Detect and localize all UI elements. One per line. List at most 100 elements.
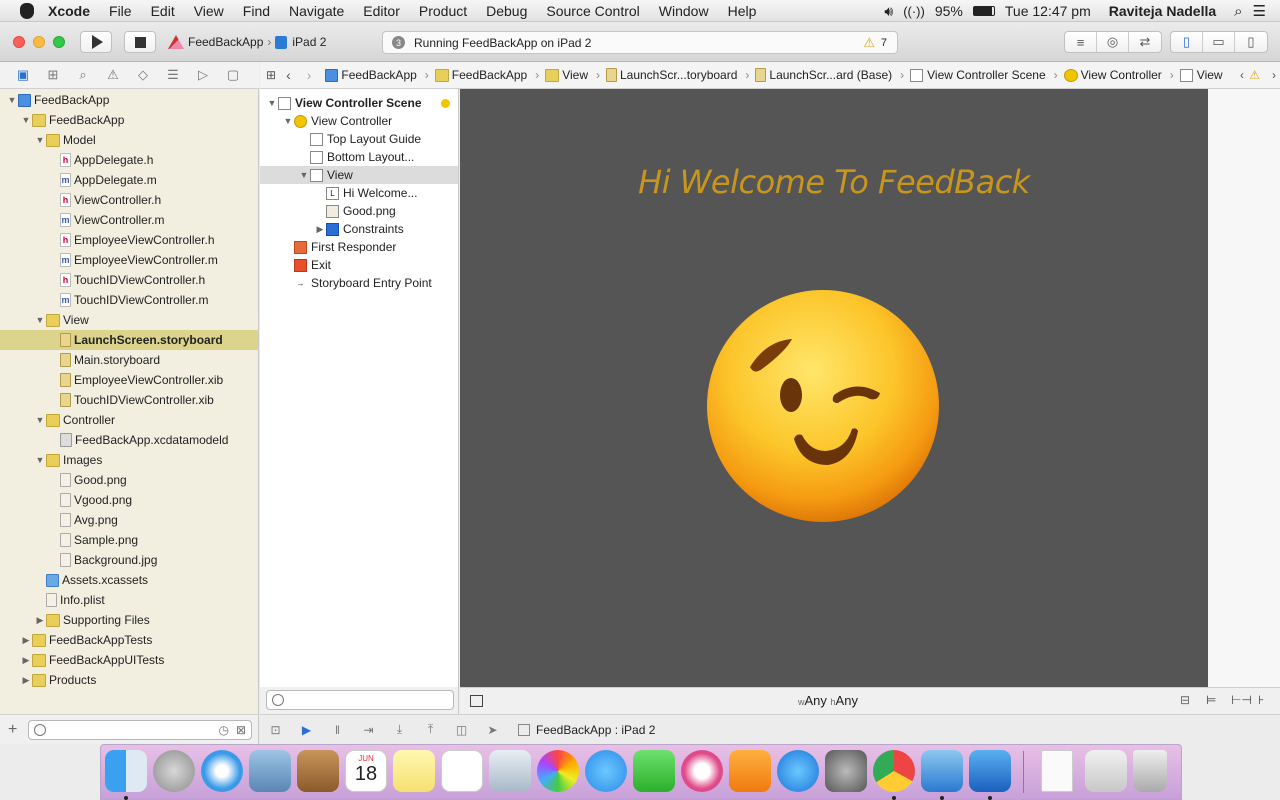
disclosure-triangle-icon[interactable]: ▼ xyxy=(282,116,294,126)
disclosure-triangle-icon[interactable]: ▼ xyxy=(34,415,46,425)
outline-item[interactable]: ▶ Constraints xyxy=(260,220,458,238)
navigator-item[interactable]: ▼ FeedBackApp xyxy=(0,110,258,130)
calendar-dock-icon[interactable]: JUN 18 xyxy=(345,750,387,792)
navigator-item[interactable]: ▼ View xyxy=(0,310,258,330)
disclosure-triangle-icon[interactable]: ▼ xyxy=(298,170,310,180)
navigator-item[interactable]: m ViewController.m xyxy=(0,210,258,230)
interface-builder-canvas[interactable]: Hi Welcome To FeedBack xyxy=(460,89,1280,687)
disclosure-triangle-icon[interactable]: ▼ xyxy=(34,315,46,325)
location-icon[interactable]: ➤ xyxy=(477,723,508,737)
view-debugger-icon[interactable]: ◫ xyxy=(446,723,477,737)
navigator-filter-field[interactable]: ◷ ⊠ xyxy=(28,720,252,740)
jump-file[interactable]: LaunchScr...toryboard xyxy=(605,68,737,82)
outline-item[interactable]: Bottom Layout... xyxy=(260,148,458,166)
navigator-item[interactable]: ▶ Products xyxy=(0,670,258,690)
jump-localization[interactable]: LaunchScr...ard (Base) xyxy=(755,68,892,82)
battery-percent[interactable]: 95% xyxy=(935,3,963,19)
jump-view-group[interactable]: View xyxy=(545,68,588,82)
breakpoint-navigator-icon[interactable]: ▷ xyxy=(188,67,218,83)
outline-item[interactable]: Good.png xyxy=(260,202,458,220)
volume-icon[interactable]: 🔊︎ xyxy=(884,3,893,20)
menu-find[interactable]: Find xyxy=(243,3,270,19)
app-store-dock-icon[interactable] xyxy=(777,750,819,792)
menu-debug[interactable]: Debug xyxy=(486,3,527,19)
menu-editor[interactable]: Editor xyxy=(363,3,400,19)
outline-item[interactable]: Top Layout Guide xyxy=(260,130,458,148)
finder-dock-icon[interactable] xyxy=(105,750,147,792)
disclosure-triangle-icon[interactable]: ▶ xyxy=(34,615,46,626)
navigator-item[interactable]: m EmployeeViewController.m xyxy=(0,250,258,270)
navigator-item[interactable]: ▶ FeedBackAppTests xyxy=(0,630,258,650)
navigator-item[interactable]: Good.png xyxy=(0,470,258,490)
preview-dock-icon[interactable] xyxy=(249,750,291,792)
find-navigator-icon[interactable]: ⌕ xyxy=(68,67,98,83)
xcode-dock-icon[interactable] xyxy=(921,750,963,792)
pause-icon[interactable]: ‖ xyxy=(322,723,353,737)
ibooks-dock-icon[interactable] xyxy=(729,750,771,792)
step-over-icon[interactable]: ⇥ xyxy=(353,723,384,737)
device-name[interactable]: iPad 2 xyxy=(292,35,326,49)
navigator-item[interactable]: Sample.png xyxy=(0,530,258,550)
simulator-dock-icon[interactable] xyxy=(969,750,1011,792)
safari-dock-icon[interactable] xyxy=(201,750,243,792)
outline-item[interactable]: L Hi Welcome... xyxy=(260,184,458,202)
outline-filter-field[interactable] xyxy=(266,690,454,710)
navigator-item[interactable]: Avg.png xyxy=(0,510,258,530)
outline-item[interactable]: Exit xyxy=(260,256,458,274)
chrome-dock-icon[interactable] xyxy=(873,750,915,792)
navigator-item[interactable]: ▼ Controller xyxy=(0,410,258,430)
warning-icon[interactable]: ⚠ xyxy=(863,35,875,51)
disclosure-triangle-icon[interactable]: ▶ xyxy=(20,675,32,686)
minimize-window-button[interactable] xyxy=(33,36,45,48)
navigator-item[interactable]: h TouchIDViewController.h xyxy=(0,270,258,290)
breakpoints-toggle-icon[interactable]: ▶ xyxy=(291,723,322,737)
outline-item[interactable]: ▼ View Controller Scene xyxy=(260,94,458,112)
navigator-item[interactable]: h ViewController.h xyxy=(0,190,258,210)
document-dock-icon[interactable] xyxy=(1041,750,1073,792)
outline-item[interactable]: First Responder xyxy=(260,238,458,256)
version-editor-icon[interactable]: ⇄ xyxy=(1129,32,1161,52)
next-issue-icon[interactable]: › xyxy=(1272,68,1276,82)
reminders-dock-icon[interactable] xyxy=(441,750,483,792)
menu-app-name[interactable]: Xcode xyxy=(48,3,90,19)
jump-project[interactable]: FeedBackApp xyxy=(325,68,417,82)
disclosure-triangle-icon[interactable]: ▼ xyxy=(266,98,278,108)
menu-navigate[interactable]: Navigate xyxy=(289,3,344,19)
user-name[interactable]: Raviteja Nadella xyxy=(1109,3,1216,19)
report-navigator-icon[interactable]: ▢ xyxy=(218,67,248,83)
navigator-item[interactable]: Info.plist xyxy=(0,590,258,610)
outline-item[interactable]: → Storyboard Entry Point xyxy=(260,274,458,292)
source-control-filter-icon[interactable]: ⊠ xyxy=(236,723,246,737)
outline-item[interactable]: ▼ View xyxy=(260,166,458,184)
close-window-button[interactable] xyxy=(13,36,25,48)
navigator-item[interactable]: Vgood.png xyxy=(0,490,258,510)
disclosure-triangle-icon[interactable]: ▶ xyxy=(20,655,32,666)
warning-count[interactable]: 7 xyxy=(881,37,887,49)
facetime-dock-icon[interactable] xyxy=(633,750,675,792)
contacts-dock-icon[interactable] xyxy=(297,750,339,792)
size-class-control[interactable]: wAny hAny xyxy=(798,693,858,708)
warning-icon[interactable]: ⚠ xyxy=(1249,68,1260,82)
navigator-item[interactable]: ▼ FeedBackApp xyxy=(0,90,258,110)
downloads-stack-icon[interactable] xyxy=(1085,750,1127,792)
scheme-name[interactable]: FeedBackApp xyxy=(188,35,263,49)
photo-booth-dock-icon[interactable] xyxy=(489,750,531,792)
issue-navigator-icon[interactable]: ⚠ xyxy=(98,67,128,83)
disclosure-triangle-icon[interactable]: ▼ xyxy=(34,135,46,145)
navigator-item[interactable]: EmployeeViewController.xib xyxy=(0,370,258,390)
welcome-label[interactable]: Hi Welcome To FeedBack xyxy=(460,163,1208,201)
clock[interactable]: Tue 12:47 pm xyxy=(1005,3,1091,19)
apple-menu-icon[interactable] xyxy=(20,2,34,19)
navigator-item[interactable]: h AppDelegate.h xyxy=(0,150,258,170)
recent-files-icon[interactable]: ◷ xyxy=(219,723,229,737)
assistant-editor-icon[interactable]: ◎ xyxy=(1097,32,1129,52)
navigator-item[interactable]: LaunchScreen.storyboard xyxy=(0,330,258,350)
outline-item[interactable]: ▼ View Controller xyxy=(260,112,458,130)
jump-view[interactable]: View xyxy=(1179,68,1223,82)
navigator-item[interactable]: ▶ FeedBackAppUITests xyxy=(0,650,258,670)
spotlight-icon[interactable]: ⌕ xyxy=(1234,3,1242,20)
photos-dock-icon[interactable] xyxy=(537,750,579,792)
menu-product[interactable]: Product xyxy=(419,3,467,19)
align-icon[interactable]: ⊨ xyxy=(1206,693,1216,707)
menu-help[interactable]: Help xyxy=(728,3,757,19)
